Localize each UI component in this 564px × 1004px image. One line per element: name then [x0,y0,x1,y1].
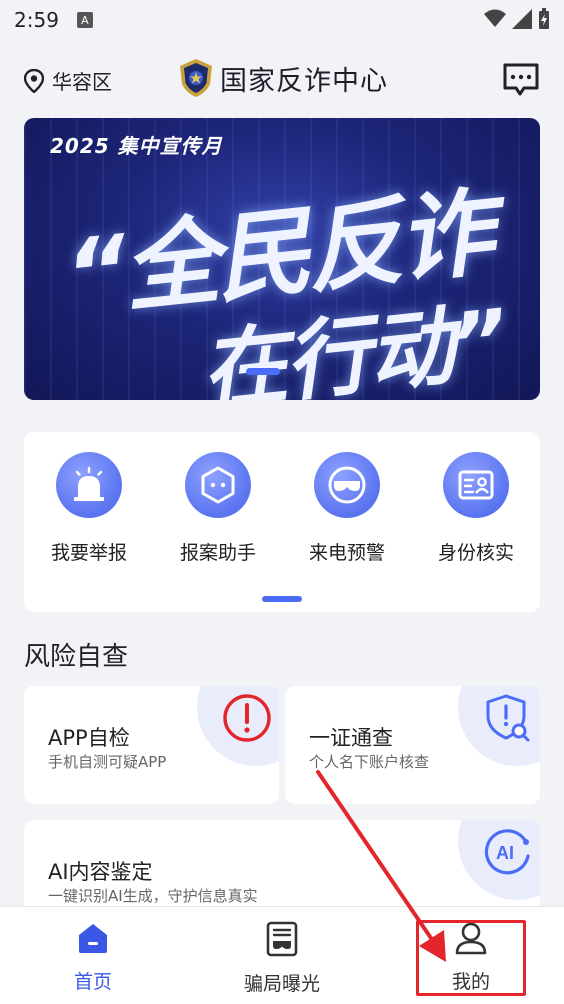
risk-card-title: AI内容鉴定 [48,860,153,884]
quick-actions-card: 我要举报 报案助手 来电预警 身份核实 [24,432,540,612]
status-bar: 2:59 A [0,0,564,40]
risk-card-title: APP自检 [48,726,130,750]
nav-item-scam-exposure[interactable]: 骗局曝光 [222,921,342,996]
warning-circle-icon [223,694,271,742]
annotation-highlight-box [416,920,526,996]
notification-icon: A [76,12,93,28]
action-report[interactable]: 我要举报 [34,452,144,565]
alarm-icon [56,452,122,518]
actions-page-indicator [262,596,302,602]
app-header: 华容区 国家反诈中心 [0,40,564,118]
risk-card-id-check[interactable]: 一证通查 个人名下账户核查 [285,686,540,804]
promo-banner[interactable]: 2025 集中宣传月 “全民反诈 在行动” [24,118,540,400]
page-title: 国家反诈中心 [220,65,388,97]
id-card-icon [443,452,509,518]
hexagon-face-icon [185,452,251,518]
shield-search-icon [486,694,530,742]
action-call-warning[interactable]: 来电预警 [292,452,402,565]
signal-icon [512,9,532,29]
banner-page-indicator [246,368,280,375]
action-label: 身份核实 [437,542,514,564]
home-icon [79,924,107,953]
newspaper-icon [266,921,298,957]
risk-card-subtitle: 一键识别AI生成，守护信息真实 [48,887,258,905]
action-case-assistant[interactable]: 报案助手 [163,452,273,565]
status-time: 2:59 [14,8,59,32]
svg-text:AI: AI [496,843,514,863]
nav-label: 骗局曝光 [243,973,320,995]
wifi-icon [484,9,506,27]
battery-icon [539,8,549,29]
police-emblem-icon [180,59,212,97]
action-label: 我要举报 [50,542,127,564]
section-title: 风险自查 [24,642,129,672]
chat-bubble-icon [503,63,539,96]
status-icons [484,8,550,30]
message-button[interactable] [502,62,540,102]
ai-icon: AI [484,829,530,875]
risk-card-ai-check[interactable]: AI AI内容鉴定 一键识别AI生成，守护信息真实 [24,820,540,920]
action-label: 来电预警 [308,542,385,564]
risk-card-subtitle: 个人名下账户核查 [309,753,430,771]
location-selector[interactable]: 华容区 [24,66,112,95]
mask-icon [314,452,380,518]
nav-item-home[interactable]: 首页 [33,921,153,994]
risk-card-app-check[interactable]: APP自检 手机自测可疑APP [24,686,279,804]
app-title: 国家反诈中心 [178,58,388,98]
action-id-verify[interactable]: 身份核实 [421,452,531,565]
risk-card-title: 一证通查 [309,726,393,750]
nav-label: 首页 [73,971,112,993]
action-label: 报案助手 [179,542,256,564]
banner-subtitle: 2025 集中宣传月 [50,134,223,158]
location-label: 华容区 [52,70,112,94]
risk-card-subtitle: 手机自测可疑APP [48,753,167,771]
location-pin-icon [24,68,44,93]
